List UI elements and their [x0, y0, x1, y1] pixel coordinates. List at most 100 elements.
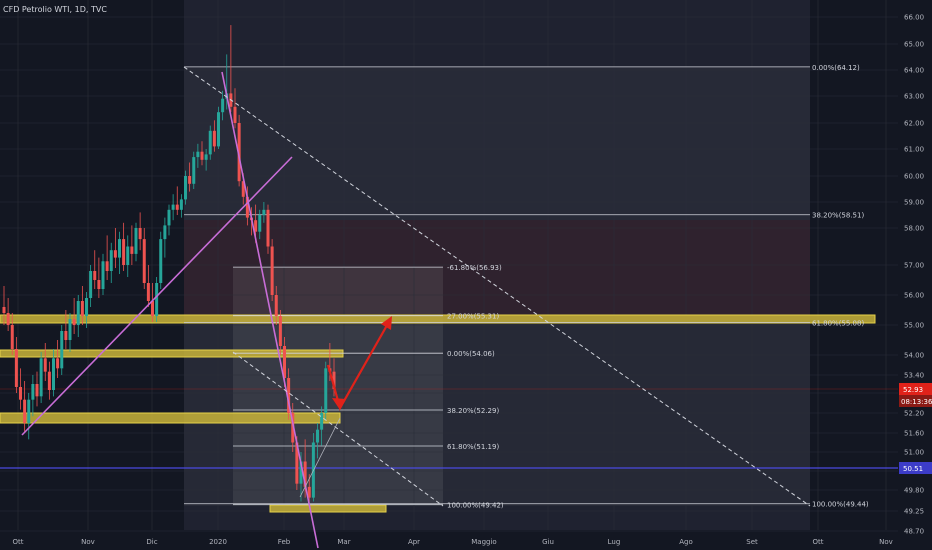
y-tick-label: 51.00: [904, 449, 924, 457]
x-tick-label: Nov: [879, 538, 893, 546]
fib-inner-shade: [233, 267, 443, 506]
fib-inner-label: 27.00%(55.31): [447, 313, 499, 321]
x-tick-label: Feb: [278, 538, 291, 546]
candle-body: [179, 199, 183, 210]
candle-body: [184, 176, 187, 200]
candle-body: [64, 331, 68, 340]
candle-body: [118, 239, 121, 258]
x-tick-label: Nov: [81, 538, 95, 546]
candle-body: [316, 429, 319, 443]
x-tick-label: Lug: [608, 538, 621, 546]
candle-body: [60, 331, 64, 369]
x-tick-label: Apr: [408, 538, 420, 546]
candle-body: [142, 239, 146, 283]
candle-body: [188, 176, 192, 184]
candle-body: [85, 298, 88, 316]
x-tick-label: Ott: [813, 538, 824, 546]
candle-body: [233, 106, 237, 123]
y-tick-label: 56.00: [904, 292, 924, 300]
candle-body: [39, 358, 43, 397]
candle-body: [200, 151, 204, 160]
candle-body: [10, 325, 14, 349]
candle-body: [134, 228, 138, 254]
y-tick-label: 49.25: [904, 508, 924, 516]
candle-body: [138, 228, 142, 240]
candle-body: [80, 301, 84, 316]
fib-outer-label: 100.00%(49.44): [812, 501, 869, 509]
candle-body: [270, 246, 274, 295]
candle-body: [320, 413, 324, 430]
candle-body: [109, 250, 113, 271]
candle-body: [56, 358, 60, 369]
candle-body: [76, 301, 80, 325]
candle-body: [72, 319, 76, 325]
price-chart[interactable]: 0.00%(64.12) 38.20%(58.51) 61.80%(55.08) 10…: [0, 0, 932, 550]
candle-body: [151, 301, 154, 316]
x-tick-label: Dic: [146, 538, 157, 546]
x-tick-label: Ott: [13, 538, 24, 546]
support-zone-49[interactable]: [269, 504, 387, 513]
candle-body: [122, 239, 126, 265]
candle-body: [155, 283, 159, 316]
fib-inner-label: 61.80%(51.19): [447, 443, 499, 451]
candle-body: [27, 399, 31, 423]
x-tick-label: Giu: [542, 538, 554, 546]
y-tick-label: 53.40: [904, 372, 924, 380]
candle-body: [217, 112, 220, 147]
candle-body: [47, 371, 51, 390]
y-tick-label: 49.80: [904, 487, 924, 495]
candle-body: [43, 358, 47, 372]
candle-body: [35, 384, 39, 397]
fib-inner-label: 38.20%(52.29): [447, 407, 499, 415]
y-tick-label: 51.60: [904, 430, 924, 438]
y-tick-label: 59.00: [904, 199, 924, 207]
x-tick-label: Maggio: [471, 538, 496, 546]
fib-outer-label: 0.00%(64.12): [812, 64, 860, 72]
symbol-title: CFD Petrolio WTI, 1D, TVC: [3, 5, 107, 14]
fib-outer-label: 38.20%(58.51): [812, 212, 864, 220]
fib-inner-label: -61.80%(56.93): [447, 264, 502, 272]
fib-inner-label: 100.00%(49.42): [447, 502, 504, 510]
y-tick-label: 57.00: [904, 262, 924, 270]
candle-body: [105, 261, 109, 271]
candle-body: [278, 316, 282, 346]
x-tick-label: Mar: [337, 538, 350, 546]
fib-outer-label: 61.80%(55.08): [812, 320, 864, 328]
y-tick-label: 65.00: [904, 41, 924, 49]
candle-body: [163, 225, 167, 240]
x-tick-label: Set: [746, 538, 758, 546]
candle-body: [6, 313, 10, 325]
y-tick-label: 52.20: [904, 410, 924, 418]
candle-body: [258, 215, 262, 232]
y-tick-label: 61.00: [904, 146, 924, 154]
y-tick-label: 66.00: [904, 14, 924, 22]
candle-body: [23, 399, 27, 423]
candle-body: [97, 280, 101, 289]
candle-body: [208, 130, 212, 155]
countdown-value: 08:13:36: [901, 398, 932, 406]
last-price-value: 52.93: [903, 386, 923, 394]
candle-body: [31, 384, 35, 400]
y-tick-label: 62.00: [904, 120, 924, 128]
candle-body: [171, 204, 175, 210]
candle-body: [221, 98, 225, 113]
candle-body: [2, 307, 6, 313]
candle-body: [93, 271, 97, 280]
candle-body: [274, 295, 278, 316]
candle-body: [68, 319, 72, 340]
candle-body: [113, 250, 117, 258]
candle-body: [89, 271, 93, 298]
candle-body: [101, 261, 105, 289]
candle-body: [204, 154, 208, 160]
candle-body: [266, 209, 270, 247]
candle-body: [146, 283, 150, 301]
y-tick-label: 64.00: [904, 67, 924, 75]
x-tick-label: 2020: [209, 538, 227, 546]
candle-body: [130, 246, 134, 254]
blue-level-value: 50.51: [903, 465, 923, 473]
candle-body: [167, 209, 171, 226]
y-tick-label: 60.00: [904, 173, 924, 181]
candle-body: [196, 151, 200, 158]
candle-body: [324, 368, 328, 413]
fib-inner-label: 0.00%(54.06): [447, 350, 495, 358]
